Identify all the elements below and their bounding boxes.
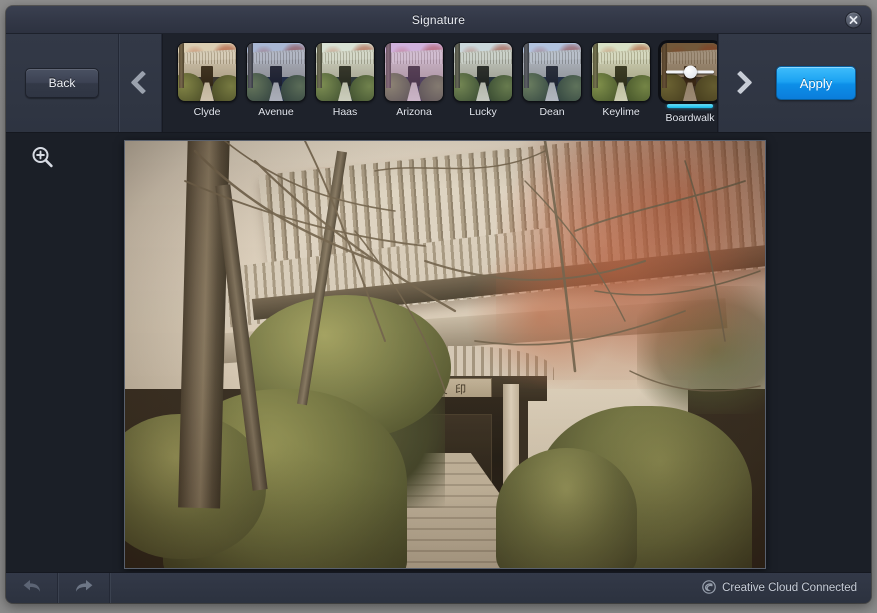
filter-thumbnail-label: Avenue [258,106,294,118]
filter-thumbnail-image [246,42,306,102]
filter-thumbnail-haas[interactable]: Haas [315,42,375,118]
undo-arrow-icon[interactable] [6,573,58,603]
filter-thumbnail-image [177,42,237,102]
filter-thumbnail-boardwalk[interactable]: Boardwalk [660,42,717,124]
filter-thumbnail-label: Keylime [602,106,640,118]
photo-frame[interactable]: 文 印 [124,140,766,569]
filter-thumbnail-arizona[interactable]: Arizona [384,42,444,118]
desktop-background: Signature Back Clyde Avenue Haas Arizona Luc… [0,0,877,613]
filter-thumbnail-label: Clyde [193,106,221,118]
back-button-label: Back [48,76,76,90]
status-bar: Creative Cloud Connected [6,572,871,603]
filter-thumbnail-label: Haas [332,106,358,118]
apply-button-label: Apply [799,75,833,91]
filter-thumbnail-dean[interactable]: Dean [522,42,582,118]
filter-thumbnail-image [384,42,444,102]
creative-cloud-icon [702,579,716,597]
filter-thumbnail-image [522,42,582,102]
chevron-right-icon[interactable] [718,34,761,132]
back-button-zone: Back [6,34,119,132]
filter-thumbnail-clyde[interactable]: Clyde [177,42,237,118]
filter-toolbar: Back Clyde Avenue Haas Arizona Lucky Dean Keyl… [6,34,871,133]
apply-button[interactable]: Apply [776,66,856,100]
filter-thumbnail-label: Arizona [396,106,432,118]
apply-button-zone: Apply [761,34,871,132]
photo-canvas: 文 印 [6,133,871,572]
filter-filmstrip[interactable]: Clyde Avenue Haas Arizona Lucky Dean Keylime Bo… [162,34,718,132]
photo-image: 文 印 [125,141,765,568]
chevron-left-icon[interactable] [119,34,162,132]
application-window: Signature Back Clyde Avenue Haas Arizona Luc… [6,6,871,603]
filter-thumbnail-image [591,42,651,102]
filter-thumbnail-list: Clyde Avenue Haas Arizona Lucky Dean Keylime Bo… [163,34,717,132]
page-title: Signature [411,12,466,27]
status-spacer [110,573,702,603]
filter-thumbnail-label: Dean [539,106,565,118]
filter-thumbnail-image [660,42,717,102]
title-bar: Signature [6,6,871,34]
back-button[interactable]: Back [25,68,99,98]
filter-thumbnail-lucky[interactable]: Lucky [453,42,513,118]
filter-thumbnail-keylime[interactable]: Keylime [591,42,651,118]
creative-cloud-label: Creative Cloud Connected [722,582,857,594]
creative-cloud-status: Creative Cloud Connected [702,573,871,603]
filter-thumbnail-image [453,42,513,102]
close-icon[interactable] [845,11,862,28]
redo-arrow-icon[interactable] [58,573,110,603]
selected-filter-underline [667,104,713,108]
filter-thumbnail-label: Boardwalk [665,112,715,124]
zoom-in-magnifier-icon[interactable] [28,143,58,173]
filter-thumbnail-image [315,42,375,102]
filter-thumbnail-label: Lucky [469,106,497,118]
filter-thumbnail-avenue[interactable]: Avenue [246,42,306,118]
